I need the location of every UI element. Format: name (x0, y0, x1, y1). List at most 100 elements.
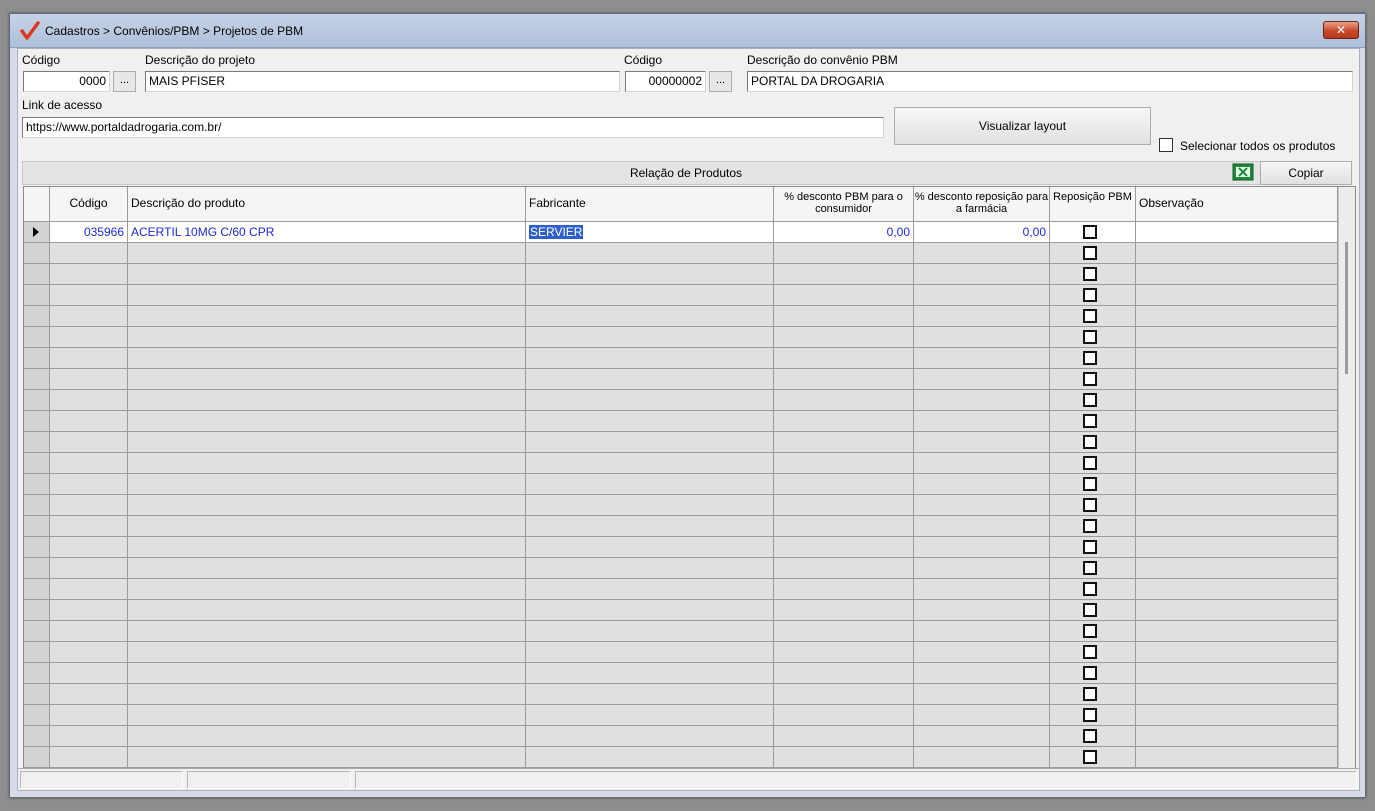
cell-fabricante[interactable] (526, 285, 774, 306)
cell-desc_consumidor[interactable] (774, 285, 914, 306)
vertical-scrollbar[interactable] (1338, 187, 1355, 771)
reposicao-checkbox[interactable] (1083, 351, 1097, 365)
cell-observacao[interactable] (1136, 642, 1338, 663)
cell-descricao[interactable] (128, 579, 526, 600)
cell-desc_consumidor[interactable] (774, 579, 914, 600)
cell-desc_farmacia[interactable] (914, 369, 1050, 390)
cell-desc_farmacia[interactable] (914, 642, 1050, 663)
cell-reposicao[interactable] (1050, 642, 1136, 663)
cell-reposicao[interactable] (1050, 306, 1136, 327)
cell-desc_consumidor[interactable] (774, 705, 914, 726)
cell-fabricante[interactable] (526, 726, 774, 747)
column-header-desc_consumidor[interactable]: % desconto PBM para o consumidor (774, 187, 914, 222)
row-indicator[interactable] (24, 705, 50, 726)
cell-desc_farmacia[interactable] (914, 663, 1050, 684)
row-indicator[interactable] (24, 747, 50, 768)
cell-reposicao[interactable] (1050, 495, 1136, 516)
row-indicator[interactable] (24, 726, 50, 747)
cell-desc_farmacia[interactable] (914, 684, 1050, 705)
visualizar-layout-button[interactable]: Visualizar layout (894, 107, 1151, 145)
cell-observacao[interactable] (1136, 705, 1338, 726)
cell-codigo[interactable] (50, 390, 128, 411)
reposicao-checkbox[interactable] (1083, 246, 1097, 260)
cell-descricao[interactable] (128, 306, 526, 327)
cell-reposicao[interactable] (1050, 453, 1136, 474)
cell-fabricante[interactable] (526, 348, 774, 369)
cell-codigo[interactable] (50, 285, 128, 306)
cell-reposicao[interactable] (1050, 705, 1136, 726)
cell-fabricante[interactable] (526, 684, 774, 705)
column-header-codigo[interactable]: Código (50, 187, 128, 222)
cell-reposicao[interactable] (1050, 747, 1136, 768)
reposicao-checkbox[interactable] (1083, 393, 1097, 407)
cell-observacao[interactable] (1136, 432, 1338, 453)
cell-descricao[interactable] (128, 474, 526, 495)
reposicao-checkbox[interactable] (1083, 435, 1097, 449)
cell-codigo[interactable] (50, 516, 128, 537)
scrollbar-thumb[interactable] (1345, 242, 1348, 374)
cell-observacao[interactable] (1136, 684, 1338, 705)
cell-reposicao[interactable] (1050, 558, 1136, 579)
cell-desc_farmacia[interactable] (914, 453, 1050, 474)
codigo-convenio-lookup-button[interactable]: ... (709, 71, 732, 92)
cell-reposicao[interactable] (1050, 474, 1136, 495)
cell-observacao[interactable] (1136, 411, 1338, 432)
cell-codigo[interactable] (50, 306, 128, 327)
cell-codigo[interactable] (50, 453, 128, 474)
selecionar-todos-checkbox[interactable] (1159, 138, 1173, 152)
cell-fabricante[interactable] (526, 600, 774, 621)
reposicao-checkbox[interactable] (1083, 750, 1097, 764)
cell-reposicao[interactable] (1050, 726, 1136, 747)
cell-desc_consumidor[interactable] (774, 726, 914, 747)
codigo-projeto-field[interactable]: 0000 (23, 71, 110, 92)
cell-reposicao[interactable] (1050, 516, 1136, 537)
cell-desc_farmacia[interactable] (914, 705, 1050, 726)
codigo-projeto-lookup-button[interactable]: ... (113, 71, 136, 92)
cell-codigo[interactable] (50, 684, 128, 705)
reposicao-checkbox[interactable] (1083, 372, 1097, 386)
cell-desc_consumidor[interactable]: 0,00 (774, 222, 914, 243)
cell-fabricante[interactable] (526, 453, 774, 474)
cell-fabricante[interactable] (526, 621, 774, 642)
cell-descricao[interactable] (128, 327, 526, 348)
cell-observacao[interactable] (1136, 579, 1338, 600)
close-button[interactable]: ✕ (1323, 21, 1359, 39)
cell-codigo[interactable] (50, 663, 128, 684)
cell-observacao[interactable] (1136, 537, 1338, 558)
cell-desc_consumidor[interactable] (774, 264, 914, 285)
cell-codigo[interactable] (50, 348, 128, 369)
reposicao-checkbox[interactable] (1083, 456, 1097, 470)
reposicao-checkbox[interactable] (1083, 309, 1097, 323)
cell-desc_farmacia[interactable] (914, 579, 1050, 600)
row-indicator[interactable] (24, 537, 50, 558)
cell-reposicao[interactable] (1050, 369, 1136, 390)
cell-codigo[interactable] (50, 579, 128, 600)
cell-codigo[interactable] (50, 264, 128, 285)
row-indicator[interactable] (24, 579, 50, 600)
cell-reposicao[interactable] (1050, 684, 1136, 705)
cell-desc_farmacia[interactable] (914, 558, 1050, 579)
cell-observacao[interactable] (1136, 369, 1338, 390)
cell-descricao[interactable] (128, 369, 526, 390)
cell-codigo[interactable] (50, 747, 128, 768)
cell-desc_consumidor[interactable] (774, 432, 914, 453)
cell-fabricante[interactable] (526, 369, 774, 390)
cell-reposicao[interactable] (1050, 411, 1136, 432)
cell-codigo[interactable] (50, 621, 128, 642)
cell-descricao[interactable]: ACERTIL 10MG C/60 CPR (128, 222, 526, 243)
row-indicator[interactable] (24, 285, 50, 306)
cell-fabricante[interactable] (526, 663, 774, 684)
cell-reposicao[interactable] (1050, 264, 1136, 285)
cell-desc_consumidor[interactable] (774, 306, 914, 327)
cell-desc_farmacia[interactable] (914, 306, 1050, 327)
cell-fabricante[interactable] (526, 495, 774, 516)
row-indicator[interactable] (24, 369, 50, 390)
cell-desc_consumidor[interactable] (774, 327, 914, 348)
row-indicator[interactable] (24, 516, 50, 537)
cell-desc_farmacia[interactable] (914, 390, 1050, 411)
cell-fabricante[interactable]: SERVIER (526, 222, 774, 243)
cell-observacao[interactable] (1136, 264, 1338, 285)
cell-desc_consumidor[interactable] (774, 369, 914, 390)
reposicao-checkbox[interactable] (1083, 225, 1097, 239)
cell-observacao[interactable] (1136, 495, 1338, 516)
